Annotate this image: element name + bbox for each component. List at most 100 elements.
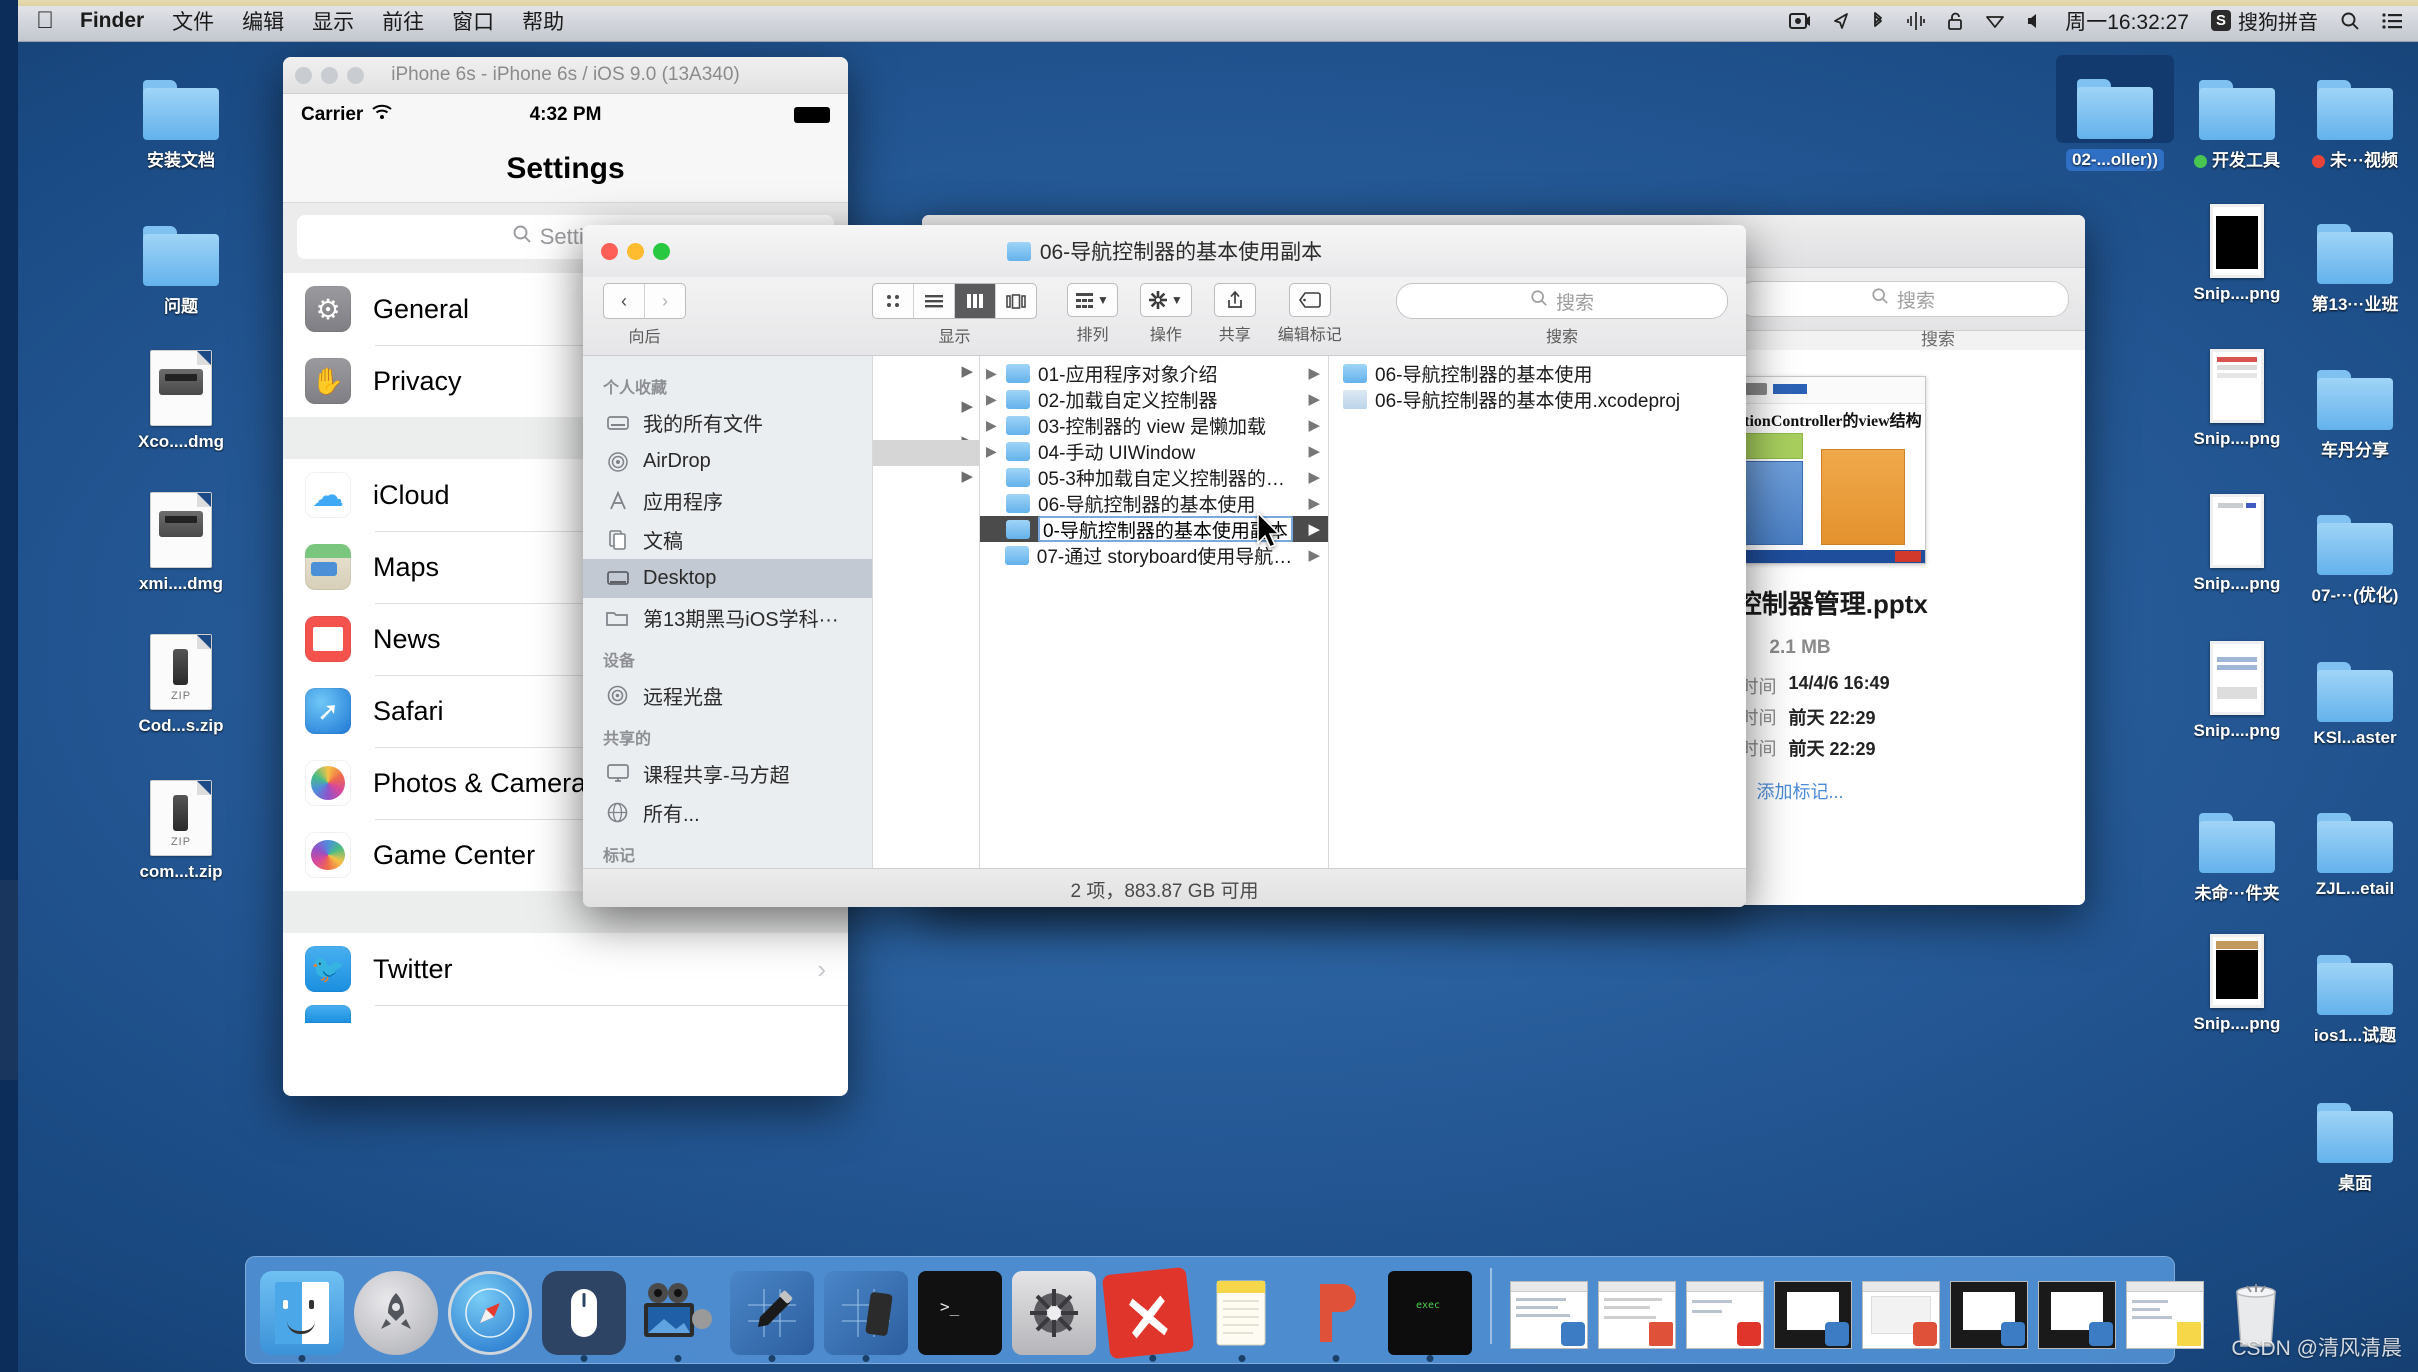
- desktop-icon-questions[interactable]: 问题: [122, 208, 240, 322]
- lock-icon[interactable]: [1947, 11, 1963, 31]
- mouse-app-dock-icon[interactable]: [542, 1271, 626, 1362]
- finder-column-1[interactable]: ▶ ▶ ▶ ▶: [873, 356, 980, 868]
- chevron-right-icon[interactable]: ▶: [1308, 416, 1320, 434]
- chevron-right-icon[interactable]: ▶: [1308, 494, 1320, 512]
- minimized-window[interactable]: [1510, 1281, 1588, 1349]
- background-search-field[interactable]: 搜索: [1737, 281, 2069, 317]
- file-row[interactable]: 06-导航控制器的基本使用: [1329, 360, 1746, 386]
- menu-help[interactable]: 帮助: [522, 6, 564, 36]
- dock[interactable]: >_ exec: [245, 1256, 2276, 1364]
- file-row[interactable]: 05-3种加载自定义控制器的方式 ▶: [980, 464, 1328, 490]
- finder-toolbar[interactable]: ‹ › 向后 显示 ▼ 排列 ▼ 操作 共享 编辑标记 搜索 搜索: [583, 277, 1746, 356]
- volume-icon[interactable]: [2027, 12, 2043, 30]
- chevron-right-icon[interactable]: ▶: [986, 443, 998, 460]
- menu-window[interactable]: 窗口: [452, 6, 494, 36]
- terminal-dock-icon[interactable]: >_: [918, 1271, 1002, 1355]
- minimized-window[interactable]: [1950, 1281, 2028, 1349]
- simulator-title-bar[interactable]: iPhone 6s - iPhone 6s / iOS 9.0 (13A340): [283, 57, 848, 94]
- view-mode-segmented[interactable]: [872, 283, 1037, 319]
- desktop-icon-snip-3[interactable]: Snip....png: [2178, 490, 2296, 599]
- desktop-icon-zjl-detail[interactable]: ZJL...etail: [2296, 795, 2414, 904]
- desktop-icon-xmind-dmg[interactable]: xmi....dmg: [122, 490, 240, 599]
- file-row[interactable]: 06-导航控制器的基本使用.xcodeproj: [1329, 386, 1746, 412]
- chevron-right-icon[interactable]: ▶: [961, 397, 973, 415]
- chevron-right-icon[interactable]: ▶: [1308, 442, 1320, 460]
- xmind-dock-icon[interactable]: [1101, 1266, 1195, 1363]
- notes-dock-icon[interactable]: [1200, 1271, 1284, 1362]
- minimized-window[interactable]: [1862, 1281, 1940, 1349]
- finder-dock-icon[interactable]: [260, 1271, 344, 1362]
- add-tags-link[interactable]: 添加标记...: [1756, 778, 1843, 804]
- back-forward-segmented[interactable]: ‹ ›: [603, 283, 686, 319]
- chevron-right-icon[interactable]: ▶: [1308, 364, 1320, 382]
- desktop-icon-dev-tools[interactable]: 开发工具: [2178, 62, 2296, 176]
- screen-recording-icon[interactable]: [1789, 12, 1811, 30]
- desktop-icon-class13[interactable]: 第13···业班: [2296, 206, 2414, 320]
- arrange-button[interactable]: ▼: [1067, 283, 1118, 317]
- desktop-icon-snip-2[interactable]: Snip....png: [2178, 345, 2296, 454]
- menubar-clock[interactable]: 周一16:32:27: [2065, 6, 2189, 36]
- sidebar-item-airdrop[interactable]: AirDrop: [583, 442, 872, 481]
- settings-row-partial[interactable]: [283, 1005, 848, 1023]
- desktop-icon-desktop-folder[interactable]: 桌面: [2296, 1085, 2414, 1199]
- settings-row-twitter[interactable]: 🐦 Twitter ›: [283, 933, 848, 1005]
- forward-button[interactable]: ›: [645, 284, 685, 318]
- share-group[interactable]: 共享: [1213, 283, 1256, 345]
- finder-column-2[interactable]: ▶ 01-应用程序对象介绍 ▶ ▶ 02-加载自定义控制器 ▶ ▶ 03-控制器…: [980, 356, 1329, 868]
- paste-app-dock-icon[interactable]: [1294, 1271, 1378, 1362]
- file-row[interactable]: ▶ 04-手动 UIWindow ▶: [980, 438, 1328, 464]
- vpn-icon[interactable]: [1907, 11, 1926, 31]
- chevron-right-icon[interactable]: ▶: [1308, 546, 1320, 564]
- chevron-right-icon[interactable]: ▶: [961, 362, 973, 380]
- desktop-icon-xcode-dmg[interactable]: Xco....dmg: [122, 348, 240, 457]
- sidebar-item-documents[interactable]: 文稿: [583, 520, 872, 559]
- desktop-icon-07-optimized[interactable]: 07-···(优化): [2296, 497, 2414, 611]
- desktop-icon-install-docs[interactable]: 安装文档: [122, 62, 240, 176]
- input-method-indicator[interactable]: S 搜狗拼音: [2210, 6, 2318, 35]
- desktop-icon-ios-exam[interactable]: ios1...试题: [2296, 937, 2414, 1051]
- rename-text-input[interactable]: 0-导航控制器的基本使用副本: [1038, 516, 1293, 542]
- sidebar-item-all-network[interactable]: 所有...: [583, 793, 872, 832]
- column-view-button[interactable]: [955, 284, 996, 318]
- location-arrow-icon[interactable]: [1833, 12, 1849, 30]
- coverflow-view-button[interactable]: [996, 284, 1036, 318]
- icon-view-button[interactable]: [873, 284, 914, 318]
- xcode-dock-icon[interactable]: [730, 1271, 814, 1362]
- action-button[interactable]: ▼: [1139, 283, 1192, 317]
- file-row[interactable]: ▶ 01-应用程序对象介绍 ▶: [980, 360, 1328, 386]
- system-preferences-dock-icon[interactable]: [1012, 1271, 1096, 1355]
- desktop-icon-com-zip[interactable]: ZIP com...t.zip: [122, 778, 240, 887]
- simulator-dock-icon[interactable]: [824, 1271, 908, 1362]
- desktop-icon-untitled-folder[interactable]: 未命···件夹: [2178, 795, 2296, 909]
- edit-tags-button[interactable]: [1288, 283, 1331, 317]
- menu-view[interactable]: 显示: [312, 6, 354, 36]
- chevron-right-icon[interactable]: ▶: [986, 365, 998, 382]
- notification-center-icon[interactable]: [2382, 12, 2404, 30]
- finder-search-field[interactable]: 搜索: [1396, 283, 1728, 319]
- arrange-group[interactable]: ▼ 排列: [1067, 283, 1118, 345]
- minimized-window[interactable]: [1598, 1281, 1676, 1349]
- safari-dock-icon[interactable]: [448, 1271, 532, 1355]
- chevron-right-icon[interactable]: ▶: [986, 391, 998, 408]
- menu-edit[interactable]: 编辑: [242, 6, 284, 36]
- share-button[interactable]: [1213, 283, 1256, 317]
- file-row[interactable]: ▶ 02-加载自定义控制器 ▶: [980, 386, 1328, 412]
- desktop-icon-snip-1[interactable]: Snip....png: [2178, 200, 2296, 309]
- search-icon[interactable]: [2340, 11, 2360, 31]
- launchpad-dock-icon[interactable]: [354, 1271, 438, 1355]
- back-button[interactable]: ‹: [604, 284, 645, 318]
- minimized-window[interactable]: [2038, 1281, 2116, 1349]
- sidebar-item-screen-share[interactable]: 课程共享-马方超: [583, 754, 872, 793]
- sidebar-item-all-files[interactable]: 我的所有文件: [583, 403, 872, 442]
- chevron-right-icon[interactable]: ▶: [1308, 520, 1320, 538]
- desktop-icon-02-oller[interactable]: 02-...oller)): [2056, 55, 2174, 176]
- minimized-window[interactable]: [1686, 1281, 1764, 1349]
- minimized-window[interactable]: [2126, 1281, 2204, 1349]
- minimized-window[interactable]: [1774, 1281, 1852, 1349]
- sidebar-item-class13[interactable]: 第13期黑马iOS学科···: [583, 598, 872, 637]
- view-mode-group[interactable]: 显示: [872, 283, 1037, 347]
- desktop-icon-snip-5[interactable]: Snip....png: [2178, 930, 2296, 1039]
- chevron-right-icon[interactable]: ▶: [1308, 468, 1320, 486]
- chevron-right-icon[interactable]: ▶: [1308, 390, 1320, 408]
- chevron-right-icon[interactable]: ▶: [986, 417, 998, 434]
